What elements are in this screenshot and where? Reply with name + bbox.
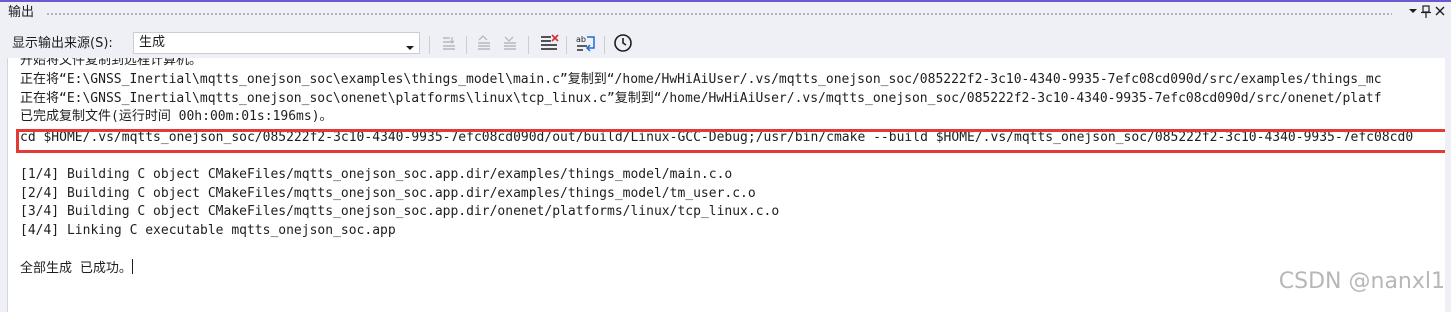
panel-title: 输出 [8, 5, 35, 20]
go-to-next-message-icon[interactable] [498, 31, 522, 55]
output-line: 正在将“E:\GNSS_Inertial\mqtts_onejson_soc\e… [20, 72, 1382, 87]
output-panel-titlebar: 输出 [0, 2, 1451, 24]
close-icon[interactable] [1432, 5, 1448, 21]
output-line: 正在将“E:\GNSS_Inertial\mqtts_onejson_soc\o… [20, 91, 1382, 106]
output-source-select[interactable]: 生成 [133, 32, 420, 54]
text-caret [131, 259, 133, 274]
chevron-down-icon [405, 38, 415, 50]
output-source-value: 生成 [139, 35, 166, 50]
toggle-word-wrap-icon[interactable]: ab [574, 31, 598, 55]
clear-all-icon[interactable] [537, 31, 561, 55]
go-to-previous-message-icon[interactable] [472, 31, 496, 55]
build-result-text: 全部生成 已成功。 [20, 261, 132, 276]
toolbar-separator [528, 36, 529, 54]
svg-text:ab: ab [576, 35, 586, 44]
output-line: 开始将文件复制到远程计算机。 [20, 58, 203, 68]
output-line: [4/4] Linking C executable mqtts_onejson… [20, 223, 396, 238]
output-toolbar: 显示输出来源(S): 生成 ab [0, 28, 1451, 58]
find-message-in-code-icon[interactable] [437, 31, 461, 55]
show-timestamps-icon[interactable] [611, 31, 635, 55]
toolbar-separator [604, 36, 605, 54]
vertical-scrollbar[interactable] [1445, 58, 1451, 312]
output-line-build-result: 全部生成 已成功。 [20, 259, 133, 278]
title-grip[interactable] [46, 12, 1392, 16]
output-line: [3/4] Building C object CMakeFiles/mqtts… [20, 204, 780, 219]
output-line: [1/4] Building C object CMakeFiles/mqtts… [20, 167, 733, 182]
toolbar-separator [429, 36, 430, 54]
watermark: CSDN @nanxl1 [1278, 269, 1445, 294]
output-line: [2/4] Building C object CMakeFiles/mqtts… [20, 186, 756, 201]
source-label: 显示输出来源(S): [12, 36, 113, 51]
toolbar-separator [566, 36, 567, 54]
toolbar-separator [466, 36, 467, 54]
output-line: 已完成复制文件(运行时间 00h:00m:01s:196ms)。 [20, 109, 333, 124]
highlight-annotation-box [16, 129, 1451, 153]
output-text-area[interactable]: 开始将文件复制到远程计算机。 正在将“E:\GNSS_Inertial\mqtt… [7, 58, 1451, 312]
